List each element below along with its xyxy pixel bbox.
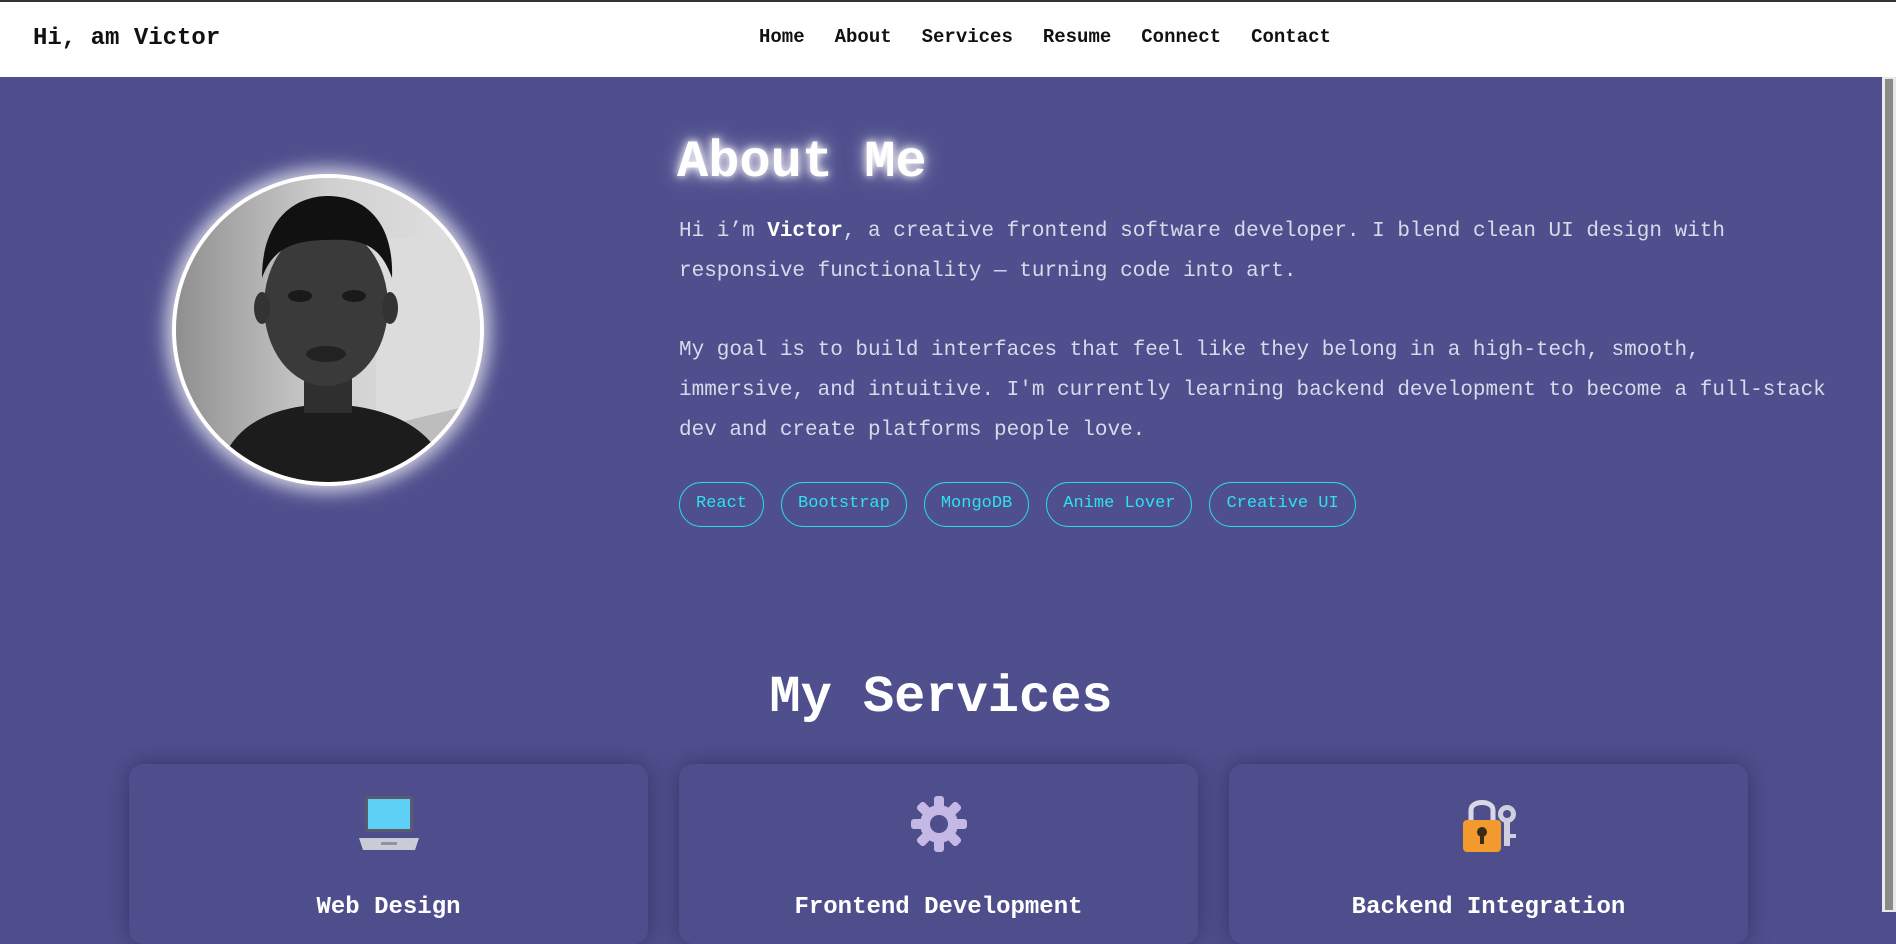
- service-card-backend[interactable]: Backend Integration: [1229, 764, 1748, 944]
- service-card-web-design[interactable]: Web Design: [129, 764, 648, 944]
- nav-resume[interactable]: Resume: [1043, 26, 1111, 48]
- skill-tags: React Bootstrap MongoDB Anime Lover Crea…: [679, 482, 1373, 527]
- tag-anime-lover: Anime Lover: [1046, 482, 1193, 527]
- service-title: Backend Integration: [1351, 894, 1626, 921]
- nav-connect[interactable]: Connect: [1141, 26, 1221, 48]
- portrait-image: [176, 178, 480, 482]
- nav-contact[interactable]: Contact: [1251, 26, 1331, 48]
- avatar: [172, 174, 484, 486]
- nav-services[interactable]: Services: [922, 26, 1013, 48]
- gear-icon: [679, 794, 1198, 854]
- services-title: My Services: [769, 668, 1113, 727]
- tag-react: React: [679, 482, 765, 527]
- tag-bootstrap: Bootstrap: [781, 482, 907, 527]
- service-card-frontend[interactable]: Frontend Development: [679, 764, 1198, 944]
- about-text: Hi i’m Victor, a creative frontend softw…: [679, 212, 1829, 490]
- tag-mongodb: MongoDB: [923, 482, 1030, 527]
- service-title: Frontend Development: [794, 894, 1083, 921]
- lock-key-icon: [1229, 794, 1748, 854]
- page-scrollbar[interactable]: [1882, 77, 1896, 912]
- brand-logo[interactable]: Hi, am Victor: [33, 25, 220, 52]
- nav-about[interactable]: About: [835, 26, 892, 48]
- intro-name: Victor: [767, 220, 843, 243]
- nav-home[interactable]: Home: [759, 26, 805, 48]
- about-title: About Me: [677, 133, 927, 192]
- laptop-icon: [129, 794, 648, 854]
- site-header: Hi, am Victor Home About Services Resume…: [0, 2, 1896, 77]
- scrollbar-thumb[interactable]: [1885, 79, 1893, 910]
- service-title: Web Design: [316, 894, 461, 921]
- about-goal: My goal is to build interfaces that feel…: [679, 339, 1826, 442]
- main-nav: Home About Services Resume Connect Conta…: [759, 26, 1361, 48]
- about-intro: Hi i’m Victor, a creative frontend softw…: [679, 212, 1829, 292]
- tag-creative-ui: Creative UI: [1209, 482, 1356, 527]
- intro-prefix: Hi i’m: [679, 220, 768, 243]
